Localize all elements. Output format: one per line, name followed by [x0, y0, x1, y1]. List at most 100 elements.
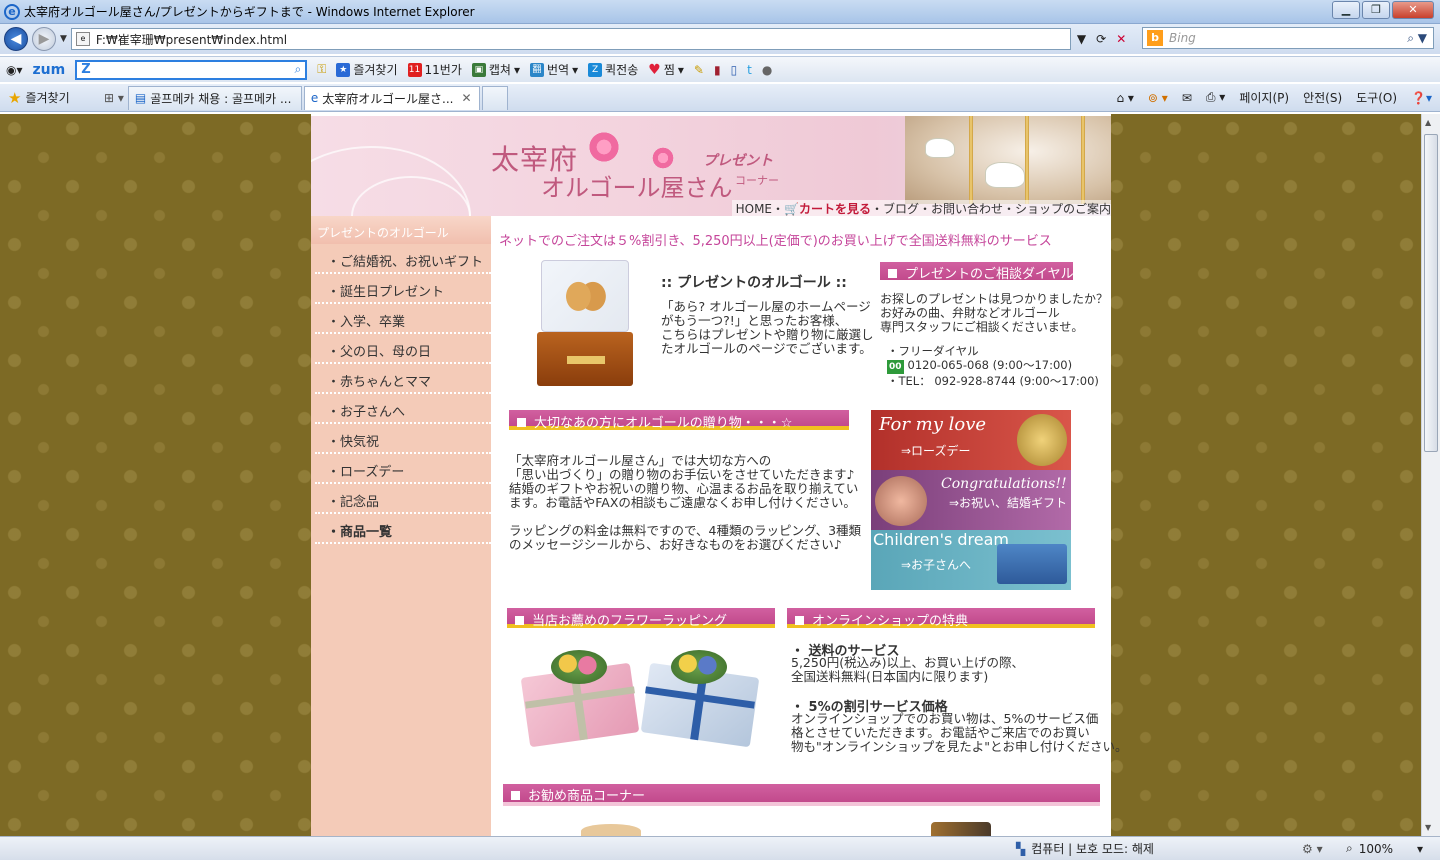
brush-icon[interactable]: ✎ — [694, 63, 704, 77]
new-tab-button[interactable] — [481, 85, 508, 110]
sidebar-item-memorial[interactable]: ・記念品 — [315, 484, 491, 514]
print-icon[interactable]: ⎙ ▾ — [1206, 90, 1225, 105]
sidebar-item-recovery[interactable]: ・快気祝 — [315, 424, 491, 454]
dial-heading: プレゼントのご相談ダイヤル — [880, 262, 1074, 282]
close-window-button[interactable]: ✕ — [1392, 1, 1434, 19]
heading-square-icon — [511, 791, 520, 800]
zoom-level[interactable]: ⌕ 100% ▾ — [1346, 841, 1423, 856]
feeds-icon[interactable]: ⊚ ▾ — [1148, 91, 1168, 105]
mail-icon[interactable]: ✉ — [1182, 91, 1192, 105]
address-dropdown-icon[interactable]: ▼ — [1077, 32, 1086, 46]
musicbox-dolls-icon — [563, 274, 607, 330]
zum-logo[interactable]: zum — [33, 62, 66, 78]
page-icon: e — [75, 32, 90, 46]
home-icon[interactable]: ⌂ ▾ — [1116, 91, 1133, 105]
sidebar-item-graduation[interactable]: ・入学、卒業 — [315, 304, 491, 334]
flower-section-heading: 当店お薦めのフラワーラッピング — [507, 608, 775, 629]
top-navigation: HOME・🛒カートを見る・ブログ・お問い合わせ・ショップのご案内 — [731, 200, 1111, 216]
favorites-button[interactable]: ★ 즐겨찾기 — [0, 89, 100, 107]
bing-icon: b — [1147, 30, 1163, 46]
sidebar-item-parents-day[interactable]: ・父の日、母の日 — [315, 334, 491, 364]
promo-congratulations[interactable]: Congratulations!! ⇒お祝い、結婚ギフト — [871, 470, 1071, 530]
toolbar-capture[interactable]: ▣ 캡쳐 ▾ — [471, 61, 520, 78]
sidebar-item-baby[interactable]: ・赤ちゃんとママ — [315, 364, 491, 394]
key-icon[interactable]: ⚿ — [317, 62, 326, 77]
toolbar-wishlist[interactable]: ♥ 찜 ▾ — [648, 61, 684, 78]
twitter-icon[interactable]: t — [747, 63, 752, 77]
help-icon[interactable]: ❓▾ — [1411, 91, 1432, 105]
address-input[interactable]: e F:₩崔宰珊₩present₩index.html — [70, 28, 1071, 50]
tab-dazaifu[interactable]: e 太宰府オルゴール屋さ... ✕ — [303, 85, 480, 110]
zum-search-icon[interactable]: ⌕ — [294, 62, 301, 77]
settings-circle-icon[interactable]: ● — [762, 63, 772, 77]
gift-section-heading: 大切なあの方にオルゴールの贈り物・・・☆ — [509, 410, 849, 431]
sidebar-item-birthday[interactable]: ・誕生日プレゼント — [315, 274, 491, 304]
product-thumbnail[interactable] — [931, 822, 991, 836]
status-settings-icon[interactable]: ⚙ ▾ — [1302, 842, 1323, 856]
vertical-scrollbar[interactable]: ▲ ▼ — [1421, 114, 1440, 836]
tab-close-icon[interactable]: ✕ — [462, 91, 472, 105]
scroll-thumb[interactable] — [1424, 134, 1438, 452]
minimize-button[interactable]: ▁ — [1332, 1, 1360, 19]
toolbar-menu-icon[interactable]: ◉▾ — [6, 63, 23, 77]
forward-button[interactable]: ▶ — [32, 27, 56, 51]
scroll-down-icon[interactable]: ▼ — [1425, 823, 1431, 832]
tab-bar: ★ 즐겨찾기 ⊞ ▾ ▤ 골프메카 채용 : 골프메카 ... e 太宰府オルゴ… — [0, 84, 1440, 112]
tel-number: ・TEL： 092-928-8744 (9:00～17:00) — [887, 374, 1099, 388]
sidebar: プレゼントのオルゴール ・ご結婚祝、お祝いギフト ・誕生日プレゼント ・入学、卒… — [311, 216, 491, 836]
free-dial-number: 0120-065-068 (9:00～17:00) — [907, 358, 1073, 372]
security-zone[interactable]: ▚ 컴퓨터 | 보호 모드: 해제 — [1016, 840, 1154, 857]
free-dial-badge: 00 — [887, 360, 904, 374]
computer-zone-icon: ▚ — [1016, 841, 1026, 856]
zum-z-icon: Z — [81, 62, 91, 77]
intro-text: 「あら? オルゴール屋のホームページ がもう一つ?!」と思ったお客様、 こちらは… — [661, 299, 874, 356]
scroll-up-icon[interactable]: ▲ — [1425, 118, 1431, 127]
flower-bouquet-icon — [671, 650, 727, 684]
sidebar-item-children[interactable]: ・お子さんへ — [315, 394, 491, 424]
site-container: 太宰府 オルゴール屋さん プレゼント コーナー HOME・🛒カートを見る・ブログ… — [311, 114, 1128, 836]
page-menu[interactable]: 페이지(P) — [1239, 89, 1289, 106]
online-section-heading: オンラインショップの特典 — [787, 608, 1095, 629]
zum-search-input[interactable]: Z ⌕ — [75, 59, 308, 80]
banner-corner-label: コーナー — [735, 174, 779, 187]
sidebar-item-wedding[interactable]: ・ご結婚祝、お祝いギフト — [315, 244, 491, 274]
maximize-button[interactable]: ❐ — [1362, 1, 1390, 19]
refresh-icon[interactable]: ⟳ — [1096, 32, 1106, 46]
promo-rose-day[interactable]: For my love ⇒ローズデー — [871, 410, 1071, 470]
history-dropdown-icon[interactable]: ▼ — [60, 34, 67, 44]
ie-logo-icon: e — [4, 3, 20, 20]
tab-golfmeca[interactable]: ▤ 골프메카 채용 : 골프메카 ... — [127, 85, 302, 110]
toy-box-icon — [997, 544, 1067, 584]
nav-other-links[interactable]: ・ブログ・お問い合わせ・ショップのご案内 — [871, 202, 1111, 216]
address-toolbar: ◀ ▶ ▼ e F:₩崔宰珊₩present₩index.html ▼ ⟳ ✕ … — [0, 24, 1440, 54]
sidebar-item-rose-day[interactable]: ・ローズデー — [315, 454, 491, 484]
safety-menu[interactable]: 안전(S) — [1303, 89, 1342, 106]
back-button[interactable]: ◀ — [4, 27, 28, 51]
toolbar-quicksend[interactable]: Z 퀵전송 — [588, 61, 638, 78]
cart-icon[interactable]: 🛒 — [784, 202, 799, 216]
recommend-section-heading: お勧め商品コーナー — [503, 784, 1100, 806]
nav-cart-link[interactable]: カートを見る — [799, 202, 871, 216]
book-icon[interactable]: ▮ — [714, 63, 721, 77]
promo-children[interactable]: Children's dream ⇒お子さんへ — [871, 530, 1071, 590]
banner-flower-icon — [651, 146, 675, 170]
product-thumbnail[interactable] — [581, 824, 641, 836]
mobile-icon[interactable]: ▯ — [731, 63, 738, 77]
stop-icon[interactable]: ✕ — [1116, 32, 1126, 46]
dial-text: お探しのプレゼントは見つかりましたか？ お好みの曲、弁財などオルゴール 専門スタ… — [880, 292, 1109, 334]
quick-tabs-icon[interactable]: ⊞ ▾ — [104, 91, 124, 105]
status-bar: ▚ 컴퓨터 | 보호 모드: 해제 ⚙ ▾ ⌕ 100% ▾ — [0, 836, 1440, 860]
carousel-horse-icon — [925, 138, 955, 158]
site-banner: 太宰府 オルゴール屋さん プレゼント コーナー HOME・🛒カートを見る・ブログ… — [311, 116, 1111, 216]
nav-home-link[interactable]: HOME — [736, 202, 772, 216]
tools-menu[interactable]: 도구(O) — [1356, 89, 1397, 106]
search-input[interactable]: b Bing ⌕ ▼ — [1142, 27, 1434, 49]
sidebar-item-all-products[interactable]: ・商品一覧 — [315, 514, 491, 544]
toolbar-translate[interactable]: 翻 번역 ▾ — [530, 61, 578, 78]
toolbar-favorites[interactable]: ★ 즐겨찾기 — [336, 61, 398, 78]
free-dial-label: ・フリーダイヤル — [887, 344, 979, 358]
dial-contacts: ・フリーダイヤル 00 0120-065-068 (9:00～17:00) ・TE… — [887, 344, 1099, 388]
zoom-dropdown-icon[interactable]: ▾ — [1417, 842, 1423, 856]
search-icon[interactable]: ⌕ ▼ — [1407, 31, 1427, 46]
toolbar-11st[interactable]: 11 11번가 — [407, 61, 462, 78]
